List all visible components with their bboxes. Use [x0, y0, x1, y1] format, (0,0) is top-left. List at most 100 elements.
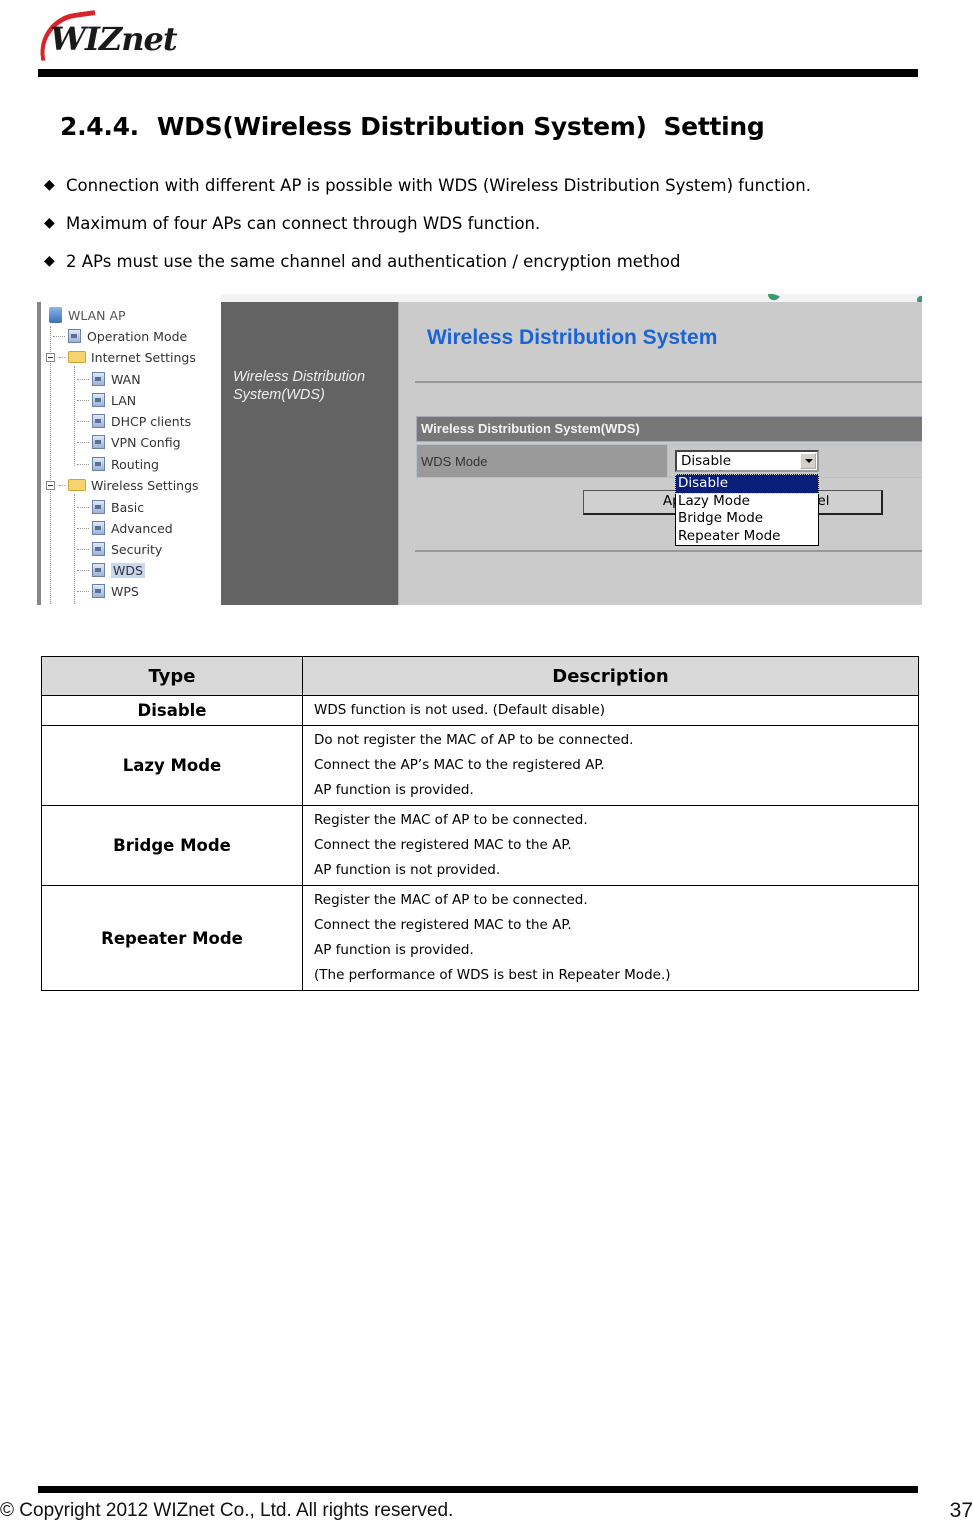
- type-cell: Disable: [41, 695, 303, 726]
- page-icon: [92, 584, 105, 598]
- header-rule: [38, 69, 918, 77]
- tree-item-label: Internet Settings: [91, 349, 196, 365]
- panel-title: Wireless Distribution System: [427, 326, 718, 349]
- page-icon: [92, 393, 105, 407]
- logo-text: WIZnet: [50, 20, 178, 58]
- description-line: Do not register the MAC of AP to be conn…: [314, 732, 634, 748]
- collapse-icon[interactable]: [46, 480, 55, 490]
- section-title: WDS(Wireless Distribution System) Settin…: [156, 112, 765, 141]
- tree-item-label: Wireless Settings: [91, 477, 199, 493]
- tree-connector: [77, 548, 89, 550]
- side-title-panel: Wireless Distribution System(WDS): [221, 302, 398, 605]
- bullet-item: ◆ Connection with different AP is possibl…: [44, 176, 811, 214]
- tree-connector: [77, 590, 89, 592]
- description-cell: Do not register the MAC of AP to be conn…: [302, 725, 919, 806]
- tree-connector: [77, 463, 89, 465]
- description-cell: WDS function is not used. (Default disab…: [302, 695, 919, 726]
- page-icon: [92, 435, 105, 449]
- table-row: Repeater Mode Register the MAC of AP to …: [41, 885, 919, 991]
- type-cell: Repeater Mode: [41, 885, 303, 991]
- dropdown-option-lazy-mode[interactable]: Lazy Mode: [676, 493, 818, 511]
- folder-open-icon: [68, 351, 86, 363]
- tree-connector: [59, 356, 65, 358]
- type-cell: Bridge Mode: [41, 805, 303, 886]
- page-icon: [92, 542, 105, 556]
- wds-mode-dropdown-list: Disable Lazy Mode Bridge Mode Repeater M…: [675, 474, 819, 546]
- dropdown-option-disable[interactable]: Disable: [675, 474, 819, 494]
- side-title-line: Wireless Distribution: [233, 369, 366, 385]
- tree-item-label: WAN: [111, 371, 141, 387]
- tree-item-wireless-settings[interactable]: Wireless Settings: [46, 476, 199, 494]
- bullet-text: Connection with different AP is possible…: [66, 176, 811, 195]
- table-row: Bridge Mode Register the MAC of AP to be…: [41, 805, 919, 886]
- diamond-bullet-icon: ◆: [44, 177, 55, 193]
- tree-item-label: WPS: [111, 583, 139, 599]
- tree-item-advanced[interactable]: Advanced: [77, 519, 173, 537]
- tree-item-wan[interactable]: WAN: [77, 370, 141, 388]
- tree-item-vpn-config[interactable]: VPN Config: [77, 433, 181, 451]
- page-icon: [68, 329, 81, 343]
- settings-panel: Wireless Distribution System Wireless Di…: [398, 302, 922, 605]
- tree-item-security[interactable]: Security: [77, 540, 162, 558]
- tree-connector: [77, 506, 89, 508]
- column-header-description: Description: [302, 656, 919, 696]
- tree-item-wps[interactable]: WPS: [77, 582, 139, 600]
- dropdown-arrow-icon[interactable]: [800, 453, 816, 469]
- divider: [415, 550, 922, 552]
- tree-item-label: DHCP clients: [111, 413, 192, 429]
- tree-connector: [77, 527, 89, 529]
- tree-item-internet-settings[interactable]: Internet Settings: [46, 348, 196, 366]
- type-cell: Lazy Mode: [41, 725, 303, 806]
- tree-item-lan[interactable]: LAN: [77, 391, 136, 409]
- section-number: 2.4.4.: [60, 112, 139, 141]
- wds-mode-selected-value: Disable: [681, 453, 732, 469]
- page-icon: [92, 521, 105, 535]
- tree-item-label: Basic: [111, 499, 145, 515]
- description-line: Connect the registered MAC to the AP.: [314, 837, 572, 853]
- tree-item-routing[interactable]: Routing: [77, 455, 159, 473]
- description-cell: Register the MAC of AP to be connected. …: [302, 885, 919, 991]
- tree-connector: [77, 420, 89, 422]
- tree-root[interactable]: WLAN AP: [49, 306, 126, 324]
- page-icon: [92, 414, 105, 428]
- collapse-icon[interactable]: [46, 352, 55, 362]
- tree-item-wds[interactable]: WDS: [77, 561, 145, 579]
- table-row: Disable WDS function is not used. (Defau…: [41, 695, 919, 726]
- page-icon: [92, 372, 105, 386]
- bullet-item: ◆ Maximum of four APs can connect through…: [44, 214, 811, 252]
- description-line: (The performance of WDS is best in Repea…: [314, 967, 671, 983]
- tree-connector: [77, 569, 89, 571]
- diamond-bullet-icon: ◆: [44, 253, 55, 269]
- page-number: 37: [949, 1499, 973, 1522]
- column-header-type: Type: [41, 656, 303, 696]
- bullet-item: ◆ 2 APs must use the same channel and aut…: [44, 252, 811, 290]
- settings-table-header-text: Wireless Distribution System(WDS): [421, 421, 640, 436]
- computer-icon: [49, 307, 62, 323]
- bullet-text: 2 APs must use the same channel and auth…: [66, 252, 681, 271]
- dropdown-option-repeater-mode[interactable]: Repeater Mode: [676, 528, 818, 546]
- side-title: Wireless Distribution System(WDS): [233, 368, 365, 404]
- dropdown-option-bridge-mode[interactable]: Bridge Mode: [676, 510, 818, 528]
- top-strip: [221, 294, 922, 302]
- settings-table-header: Wireless Distribution System(WDS): [416, 416, 922, 442]
- copyright-text: © Copyright 2012 WIZnet Co., Ltd. All ri…: [0, 1500, 454, 1521]
- tree-connector: [77, 399, 89, 401]
- table-row: Lazy Mode Do not register the MAC of AP …: [41, 725, 919, 806]
- wds-mode-label-cell: WDS Mode: [416, 444, 668, 478]
- tree-item-label: Routing: [111, 456, 159, 472]
- tree-item-basic[interactable]: Basic: [77, 498, 144, 516]
- description-line: AP function is provided.: [314, 942, 474, 958]
- tree-connector: [59, 484, 65, 486]
- diamond-bullet-icon: ◆: [44, 215, 55, 231]
- tree-item-operation-mode[interactable]: Operation Mode: [53, 327, 187, 345]
- divider: [415, 381, 922, 383]
- wds-mode-select[interactable]: Disable: [675, 450, 819, 472]
- table-header-row: Type Description: [41, 656, 919, 696]
- description-line: Register the MAC of AP to be connected.: [314, 892, 588, 908]
- description-cell: Register the MAC of AP to be connected. …: [302, 805, 919, 886]
- tree-item-label: Advanced: [111, 520, 173, 536]
- tree-item-dhcp-clients[interactable]: DHCP clients: [77, 412, 191, 430]
- wds-mode-table: Type Description Disable WDS function is…: [41, 656, 919, 991]
- section-heading: 2.4.4. WDS(Wireless Distribution System) …: [60, 112, 765, 141]
- page-icon: [92, 457, 105, 471]
